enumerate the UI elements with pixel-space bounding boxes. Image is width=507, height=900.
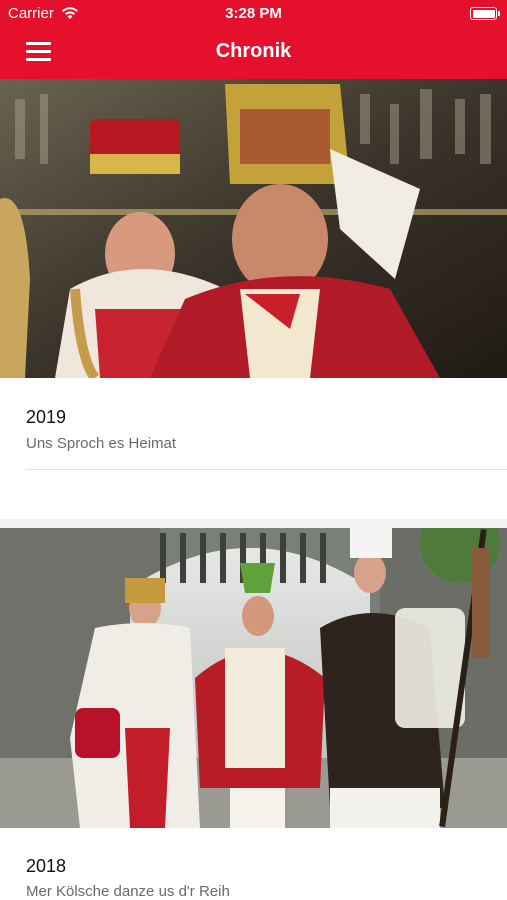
page-title: Chronik [215, 40, 292, 62]
chronicle-card-2018[interactable]: 2018 Mer Kölsche danze us d'r Reih [0, 528, 507, 900]
status-time: 3:28 PM [225, 5, 282, 22]
chronicle-card-2019[interactable]: 2019 Uns Sproch es Heimat [0, 79, 507, 519]
chronicle-photo-2019 [0, 79, 507, 378]
chronicle-motto: Uns Sproch es Heimat [26, 435, 177, 452]
chronicle-motto: Mer Kölsche danze us d'r Reih [26, 883, 230, 900]
app-header: Carrier 3:28 PM Chronik [0, 0, 507, 79]
card-gap [0, 519, 507, 528]
battery-icon [470, 7, 497, 20]
chronicle-photo-2018 [0, 528, 507, 828]
status-bar: Carrier 3:28 PM [0, 0, 507, 28]
chronicle-year: 2019 [26, 407, 67, 427]
battery-cap [498, 11, 500, 16]
chronicle-year: 2018 [26, 856, 67, 876]
divider [26, 469, 507, 470]
